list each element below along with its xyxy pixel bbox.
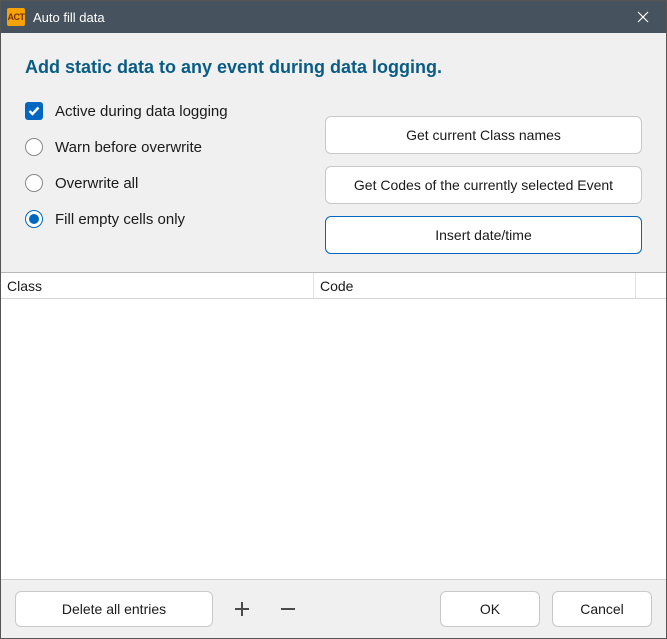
column-header-code[interactable]: Code — [314, 273, 636, 298]
checkbox-active-logging[interactable]: Active during data logging — [25, 102, 305, 120]
close-icon — [637, 11, 649, 23]
radio-label: Fill empty cells only — [55, 211, 185, 228]
auto-fill-dialog: ACT Auto fill data Add static data to an… — [0, 0, 667, 639]
options-column: Active during data logging Warn before o… — [25, 102, 305, 254]
table-body[interactable] — [1, 299, 666, 579]
get-class-names-button[interactable]: Get current Class names — [325, 116, 642, 154]
settings-panel: Add static data to any event during data… — [1, 33, 666, 272]
options-row: Active during data logging Warn before o… — [25, 102, 642, 254]
radio-icon — [25, 174, 43, 192]
close-button[interactable] — [620, 1, 666, 33]
column-header-class[interactable]: Class — [1, 273, 314, 298]
titlebar: ACT Auto fill data — [1, 1, 666, 33]
app-icon: ACT — [7, 8, 25, 26]
table-header: Class Code — [1, 273, 666, 299]
insert-datetime-button[interactable]: Insert date/time — [325, 216, 642, 254]
radio-icon — [25, 138, 43, 156]
minus-icon — [279, 600, 297, 618]
remove-row-button[interactable] — [271, 592, 305, 626]
dialog-heading: Add static data to any event during data… — [25, 57, 642, 78]
action-buttons-column: Get current Class names Get Codes of the… — [325, 102, 642, 254]
dialog-footer: Delete all entries OK Cancel — [1, 580, 666, 638]
delete-all-button[interactable]: Delete all entries — [15, 591, 213, 627]
checkbox-label: Active during data logging — [55, 103, 228, 120]
cancel-button[interactable]: Cancel — [552, 591, 652, 627]
column-header-spacer — [636, 273, 666, 298]
radio-overwrite-all[interactable]: Overwrite all — [25, 174, 305, 192]
radio-icon — [25, 210, 43, 228]
window-title: Auto fill data — [33, 10, 620, 25]
ok-button[interactable]: OK — [440, 591, 540, 627]
data-table: Class Code — [1, 272, 666, 580]
radio-label: Warn before overwrite — [55, 139, 202, 156]
add-row-button[interactable] — [225, 592, 259, 626]
plus-icon — [233, 600, 251, 618]
get-codes-button[interactable]: Get Codes of the currently selected Even… — [325, 166, 642, 204]
radio-fill-empty[interactable]: Fill empty cells only — [25, 210, 305, 228]
radio-warn-overwrite[interactable]: Warn before overwrite — [25, 138, 305, 156]
radio-label: Overwrite all — [55, 175, 138, 192]
checkmark-icon — [25, 102, 43, 120]
